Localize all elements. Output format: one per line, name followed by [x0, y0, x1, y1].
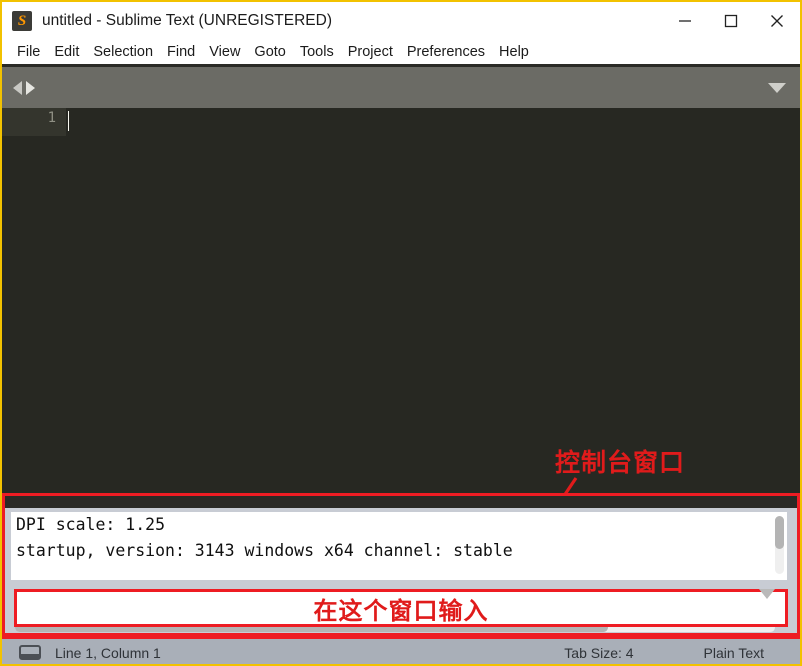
status-syntax[interactable]: Plain Text [704, 645, 764, 661]
window-title: untitled - Sublime Text (UNREGISTERED) [42, 12, 332, 29]
tab-nav-arrows [13, 80, 35, 95]
window-controls [662, 2, 800, 40]
console-input-field[interactable]: 在这个窗口输入 [14, 589, 788, 627]
menu-item-view[interactable]: View [202, 40, 247, 64]
console-output[interactable]: DPI scale: 1.25 startup, version: 3143 w… [11, 512, 787, 580]
menu-item-project[interactable]: Project [341, 40, 400, 64]
chevron-down-icon [768, 82, 786, 93]
menu-item-file[interactable]: File [10, 40, 47, 64]
status-bar: Line 1, Column 1 Tab Size: 4 Plain Text [2, 636, 800, 664]
minimize-icon [679, 20, 691, 22]
annotation-console-label: 控制台窗口 [555, 449, 686, 477]
menu-item-goto[interactable]: Goto [247, 40, 292, 64]
close-button[interactable] [754, 2, 800, 40]
title-bar: S untitled - Sublime Text (UNREGISTERED) [2, 2, 800, 40]
tab-list-menu-button[interactable] [768, 82, 786, 93]
menu-item-find[interactable]: Find [160, 40, 202, 64]
console-panel: DPI scale: 1.25 startup, version: 3143 w… [2, 493, 800, 636]
line-number: 1 [47, 110, 56, 126]
console-input-dropdown-button[interactable] [759, 589, 775, 617]
line-number-gutter: 1 [2, 108, 66, 136]
menu-item-selection[interactable]: Selection [86, 40, 160, 64]
console-line: startup, version: 3143 windows x64 chann… [16, 541, 513, 560]
console-top-strip [5, 496, 797, 508]
console-vertical-scrollbar[interactable] [775, 516, 784, 574]
menu-item-tools[interactable]: Tools [293, 40, 341, 64]
status-cursor-position: Line 1, Column 1 [55, 644, 161, 661]
menu-item-help[interactable]: Help [492, 40, 536, 64]
status-bar-right: Tab Size: 4 Plain Text [564, 639, 800, 664]
editor-area[interactable]: 1 控制台窗口 [2, 108, 800, 493]
arrow-right-icon[interactable] [26, 80, 35, 95]
maximize-icon [724, 14, 738, 28]
tab-bar [2, 64, 800, 108]
maximize-button[interactable] [708, 2, 754, 40]
console-vertical-scrollbar-thumb[interactable] [775, 516, 784, 549]
arrow-left-icon[interactable] [13, 80, 22, 95]
panel-toggle-icon[interactable] [19, 645, 41, 660]
sublime-text-icon-glyph: S [17, 13, 27, 29]
sublime-text-window: S untitled - Sublime Text (UNREGISTERED) [0, 0, 802, 666]
sublime-text-icon: S [12, 11, 32, 31]
minimize-button[interactable] [662, 2, 708, 40]
menu-item-preferences[interactable]: Preferences [400, 40, 492, 64]
close-icon [771, 15, 783, 27]
annotation-input-label: 在这个窗口输入 [313, 597, 489, 625]
text-caret [68, 111, 69, 131]
console-line: DPI scale: 1.25 [16, 515, 166, 534]
chevron-down-icon [759, 589, 775, 616]
status-tab-size[interactable]: Tab Size: 4 [564, 645, 633, 661]
menu-item-edit[interactable]: Edit [47, 40, 86, 64]
menu-bar: File Edit Selection Find View Goto Tools… [2, 40, 800, 64]
